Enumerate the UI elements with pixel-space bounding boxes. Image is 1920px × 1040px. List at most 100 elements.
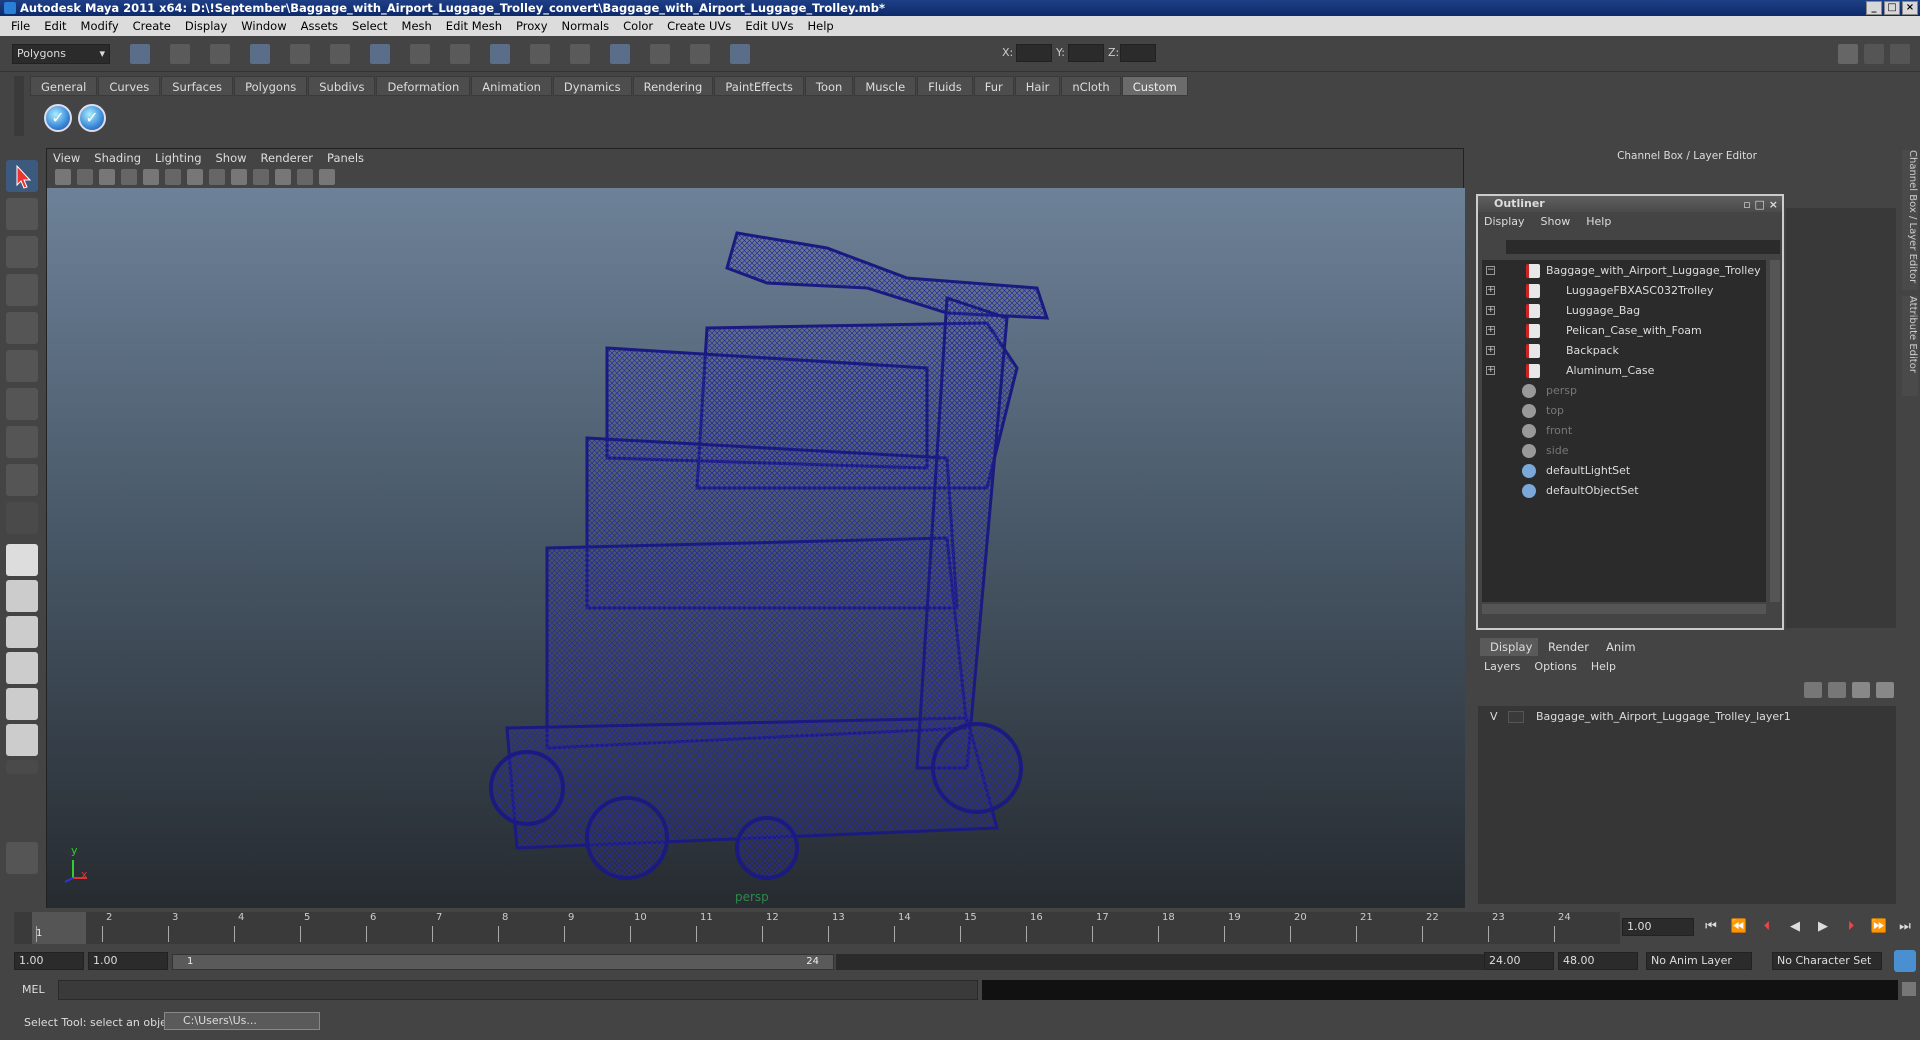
camera-attributes-icon[interactable] — [77, 169, 93, 185]
outliner-item[interactable]: persp — [1482, 382, 1762, 400]
new-scene-icon[interactable] — [130, 44, 150, 64]
playback-start-field[interactable]: 1.00 — [88, 952, 168, 970]
new-layer-icon[interactable] — [1804, 682, 1822, 698]
history-icon[interactable] — [570, 44, 590, 64]
x-input[interactable] — [1016, 44, 1052, 62]
step-forward-key-icon[interactable]: ⏩ — [1868, 916, 1890, 938]
shelf-tab-ncloth[interactable]: nCloth — [1061, 76, 1121, 96]
outliner-item[interactable]: defaultLightSet — [1482, 462, 1762, 480]
persp-graph-layout-icon[interactable] — [6, 724, 38, 756]
outliner-item[interactable]: front — [1482, 422, 1762, 440]
rotate-tool-icon[interactable] — [6, 312, 38, 344]
layer-tab-render[interactable]: Render — [1538, 638, 1599, 656]
tool-settings-icon[interactable] — [1890, 44, 1910, 64]
expand-toggle-icon[interactable]: + — [1486, 326, 1495, 335]
y-input[interactable] — [1068, 44, 1104, 62]
snap-curve-icon[interactable] — [410, 44, 430, 64]
camera-select-icon[interactable] — [55, 169, 71, 185]
shelf-tab-curves[interactable]: Curves — [98, 76, 161, 96]
shelf-tab-hair[interactable]: Hair — [1014, 76, 1061, 96]
menu-file[interactable]: File — [4, 19, 37, 33]
shelf-tab-fur[interactable]: Fur — [973, 76, 1014, 96]
layer-visibility-toggle[interactable]: V — [1490, 708, 1498, 726]
graph-persp-layout-icon[interactable] — [6, 652, 38, 684]
outliner-persp-layout-icon[interactable] — [6, 616, 38, 648]
universal-manipulator-icon[interactable] — [6, 388, 38, 420]
custom-shelf-button-2[interactable]: ✓ — [78, 104, 106, 132]
minimize-button[interactable]: _ — [1866, 1, 1882, 15]
expand-toggle-icon[interactable]: + — [1486, 286, 1495, 295]
menu-color[interactable]: Color — [616, 19, 660, 33]
shelf-tab-rendering[interactable]: Rendering — [632, 76, 714, 96]
outliner-item[interactable]: + LuggageFBXASC032Trolley — [1482, 282, 1762, 300]
snap-point-icon[interactable] — [450, 44, 470, 64]
menu-help[interactable]: Help — [801, 19, 841, 33]
menu-edit-uvs[interactable]: Edit UVs — [738, 19, 800, 33]
layer-move-up-icon[interactable] — [1852, 682, 1870, 698]
shelf-tab-painteffects[interactable]: PaintEffects — [714, 76, 804, 96]
select-by-component-icon[interactable] — [330, 44, 350, 64]
layer-menu-options[interactable]: Options — [1534, 660, 1576, 673]
shadows-icon[interactable] — [253, 169, 269, 185]
play-forwards-icon[interactable]: ▶ — [1812, 916, 1834, 938]
menu-select[interactable]: Select — [345, 19, 394, 33]
range-slider-track[interactable] — [836, 954, 1494, 970]
viewport-scene[interactable]: persp y x — [47, 188, 1465, 908]
layer-row[interactable]: V Baggage_with_Airport_Luggage_Trolley_la… — [1482, 708, 1892, 726]
outliner-filter-input[interactable] — [1506, 240, 1780, 254]
expand-toggle-icon[interactable]: + — [1486, 346, 1495, 355]
viewport-menu-shading[interactable]: Shading — [94, 151, 141, 165]
animation-start-field[interactable]: 1.00 — [14, 952, 84, 970]
render-icon[interactable] — [610, 44, 630, 64]
step-back-key-icon[interactable]: ⏪ — [1728, 916, 1750, 938]
menu-create-uvs[interactable]: Create UVs — [660, 19, 738, 33]
expand-toggle-icon[interactable]: + — [1486, 366, 1495, 375]
paint-select-tool-icon[interactable] — [6, 236, 38, 268]
custom-shelf-button-1[interactable]: ✓ — [44, 104, 72, 132]
outliner-item[interactable]: + Pelican_Case_with_Foam — [1482, 322, 1762, 340]
make-live-icon[interactable] — [530, 44, 550, 64]
layer-tab-display[interactable]: Display — [1480, 638, 1543, 656]
last-tool-icon[interactable] — [6, 502, 38, 534]
ipr-render-icon[interactable] — [650, 44, 670, 64]
four-pane-layout-icon[interactable] — [6, 580, 38, 612]
single-pane-layout-icon[interactable] — [6, 544, 38, 576]
menu-set-dropdown[interactable]: Polygons ▾ — [12, 44, 110, 64]
viewport-menu-renderer[interactable]: Renderer — [261, 151, 314, 165]
input-line-icon[interactable] — [730, 44, 750, 64]
attribute-editor-side-tab[interactable]: Attribute Editor — [1902, 296, 1918, 396]
command-input[interactable] — [58, 980, 978, 1000]
resolution-gate-icon[interactable] — [319, 169, 335, 185]
layer-tab-anim[interactable]: Anim — [1596, 638, 1646, 656]
anim-layer-dropdown[interactable]: No Anim Layer — [1646, 952, 1752, 970]
smooth-shade-icon[interactable] — [187, 169, 203, 185]
shelf-tab-custom[interactable]: Custom — [1121, 76, 1188, 96]
open-scene-icon[interactable] — [170, 44, 190, 64]
current-time-field[interactable]: 1.00 — [1622, 918, 1694, 936]
select-by-hierarchy-icon[interactable] — [250, 44, 270, 64]
isolate-icon[interactable] — [275, 169, 291, 185]
menu-edit[interactable]: Edit — [37, 19, 73, 33]
go-to-end-icon[interactable]: ⏭ — [1894, 916, 1916, 938]
menu-modify[interactable]: Modify — [74, 19, 126, 33]
viewport-menu-lighting[interactable]: Lighting — [155, 151, 201, 165]
lasso-tool-icon[interactable] — [6, 198, 38, 230]
scale-tool-icon[interactable] — [6, 350, 38, 382]
new-layer-selected-icon[interactable] — [1828, 682, 1846, 698]
maximize-button[interactable]: □ — [1884, 1, 1900, 15]
shelf-tab-subdivs[interactable]: Subdivs — [308, 76, 376, 96]
move-tool-icon[interactable] — [6, 274, 38, 306]
lights-icon[interactable] — [231, 169, 247, 185]
menu-window[interactable]: Window — [234, 19, 293, 33]
menu-edit-mesh[interactable]: Edit Mesh — [439, 19, 509, 33]
shelf-tab-general[interactable]: General — [30, 76, 98, 96]
menu-assets[interactable]: Assets — [294, 19, 345, 33]
play-backwards-icon[interactable]: ◀ — [1784, 916, 1806, 938]
script-editor-icon[interactable] — [1902, 982, 1916, 996]
menu-mesh[interactable]: Mesh — [395, 19, 439, 33]
menu-display[interactable]: Display — [178, 19, 234, 33]
menu-create[interactable]: Create — [126, 19, 178, 33]
close-button[interactable]: × — [1902, 1, 1918, 15]
go-to-start-icon[interactable]: ⏮ — [1700, 916, 1722, 938]
outliner-horizontal-scrollbar[interactable] — [1482, 604, 1766, 614]
